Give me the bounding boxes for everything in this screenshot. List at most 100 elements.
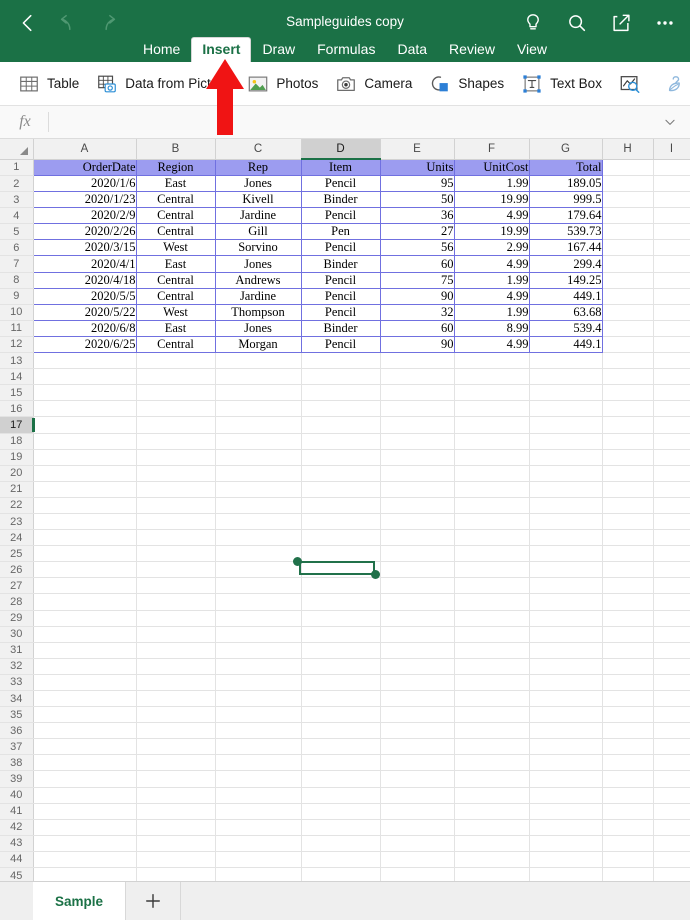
cell-F4[interactable]: 4.99 — [453, 207, 530, 225]
row-header-22[interactable]: 22 — [0, 497, 34, 514]
cell-I3[interactable] — [653, 191, 690, 209]
cell-D42[interactable] — [301, 819, 381, 836]
cell-E18[interactable] — [380, 433, 455, 450]
cell-A23[interactable] — [33, 513, 137, 531]
row-header-32[interactable]: 32 — [0, 658, 34, 675]
cell-C38[interactable] — [215, 754, 302, 772]
cell-G14[interactable] — [529, 368, 603, 386]
cell-F40[interactable] — [454, 787, 530, 804]
cell-I21[interactable] — [653, 481, 690, 498]
cell-D26[interactable] — [301, 561, 381, 579]
ellipsis-icon[interactable] — [648, 6, 682, 40]
cell-F39[interactable] — [454, 770, 530, 788]
cell-G26[interactable] — [529, 561, 603, 579]
cell-C37[interactable] — [215, 738, 302, 756]
cell-B3[interactable]: Central — [135, 191, 216, 209]
cell-I6[interactable] — [653, 239, 690, 257]
cell-B29[interactable] — [136, 610, 216, 627]
formula-input[interactable] — [57, 114, 652, 130]
cell-E43[interactable] — [380, 835, 455, 852]
cell-I17[interactable] — [653, 416, 690, 434]
cell-F36[interactable] — [454, 722, 530, 740]
cell-F20[interactable] — [454, 465, 530, 482]
cell-E26[interactable] — [380, 561, 455, 579]
cell-C14[interactable] — [215, 368, 302, 386]
cell-H40[interactable] — [602, 787, 654, 804]
cell-F31[interactable] — [454, 642, 530, 659]
cell-B42[interactable] — [136, 819, 216, 836]
cell-G15[interactable] — [529, 384, 603, 402]
cell-E44[interactable] — [380, 851, 455, 869]
cell-F19[interactable] — [454, 449, 530, 466]
ribbon-smart-lookup-button[interactable] — [659, 71, 690, 97]
cell-I31[interactable] — [653, 642, 690, 659]
cell-I40[interactable] — [653, 787, 690, 804]
cell-E25[interactable] — [380, 545, 455, 563]
cell-F6[interactable]: 2.99 — [453, 239, 530, 257]
cell-E45[interactable] — [380, 867, 455, 881]
cell-D13[interactable] — [301, 352, 381, 370]
cell-H18[interactable] — [602, 433, 654, 450]
cell-I13[interactable] — [653, 352, 690, 370]
cell-H28[interactable] — [602, 593, 654, 611]
cell-D2[interactable]: Pencil — [300, 174, 381, 193]
cell-B20[interactable] — [136, 465, 216, 482]
cell-I7[interactable] — [653, 255, 690, 273]
cell-D8[interactable]: Pencil — [300, 271, 381, 289]
cell-C17[interactable] — [215, 416, 302, 434]
cell-G32[interactable] — [529, 658, 603, 675]
cell-I34[interactable] — [653, 690, 690, 708]
cell-H23[interactable] — [602, 513, 654, 531]
cell-C19[interactable] — [215, 449, 302, 466]
cell-H20[interactable] — [602, 465, 654, 482]
cell-H7[interactable] — [602, 255, 654, 273]
search-icon[interactable] — [560, 6, 594, 40]
cell-D5[interactable]: Pen — [300, 223, 381, 241]
row-header-8[interactable]: 8 — [0, 272, 34, 289]
cell-D15[interactable] — [301, 384, 381, 402]
cell-B45[interactable] — [136, 867, 216, 881]
cell-F41[interactable] — [454, 803, 530, 820]
spreadsheet-grid[interactable]: A B C D E F G H I 1 OrderDate Region Rep Ite… — [0, 139, 690, 881]
row-header-27[interactable]: 27 — [0, 577, 34, 595]
cell-D34[interactable] — [301, 690, 381, 708]
cell-H24[interactable] — [602, 529, 654, 547]
cell-C13[interactable] — [215, 352, 302, 370]
cell-B37[interactable] — [136, 738, 216, 756]
share-icon[interactable] — [604, 6, 638, 40]
cell-A40[interactable] — [33, 787, 137, 804]
cell-D24[interactable] — [301, 529, 381, 547]
cell-E35[interactable] — [380, 706, 455, 724]
cell-H42[interactable] — [602, 819, 654, 836]
cell-D22[interactable] — [301, 497, 381, 514]
cell-B44[interactable] — [136, 851, 216, 869]
cell-H38[interactable] — [602, 754, 654, 772]
cell-G45[interactable] — [529, 867, 603, 881]
cell-F8[interactable]: 1.99 — [453, 271, 530, 289]
cell-A9[interactable]: 2020/5/5 — [32, 287, 137, 305]
cell-G10[interactable]: 63.68 — [528, 303, 603, 321]
cell-B21[interactable] — [136, 481, 216, 498]
cell-C8[interactable]: Andrews — [214, 271, 302, 289]
row-header-4[interactable]: 4 — [0, 207, 34, 225]
cell-H9[interactable] — [602, 288, 654, 305]
cell-A19[interactable] — [33, 449, 137, 466]
cell-F45[interactable] — [454, 867, 530, 881]
cell-I24[interactable] — [653, 529, 690, 547]
cell-I29[interactable] — [653, 610, 690, 627]
cell-H31[interactable] — [602, 642, 654, 659]
cell-H16[interactable] — [602, 400, 654, 418]
cell-I22[interactable] — [653, 497, 690, 514]
cell-B4[interactable]: Central — [135, 207, 216, 225]
start-handle[interactable] — [293, 557, 302, 566]
cell-G27[interactable] — [529, 577, 603, 595]
cell-E9[interactable]: 90 — [379, 287, 455, 305]
cell-H44[interactable] — [602, 851, 654, 869]
cell-B15[interactable] — [136, 384, 216, 402]
undo-icon[interactable] — [50, 6, 86, 40]
cell-E42[interactable] — [380, 819, 455, 836]
row-header-45[interactable]: 45 — [0, 867, 34, 881]
cell-A38[interactable] — [33, 754, 137, 772]
ribbon-camera-button[interactable]: Camera — [329, 71, 423, 97]
ribbon-table-button[interactable]: Table — [12, 71, 90, 97]
